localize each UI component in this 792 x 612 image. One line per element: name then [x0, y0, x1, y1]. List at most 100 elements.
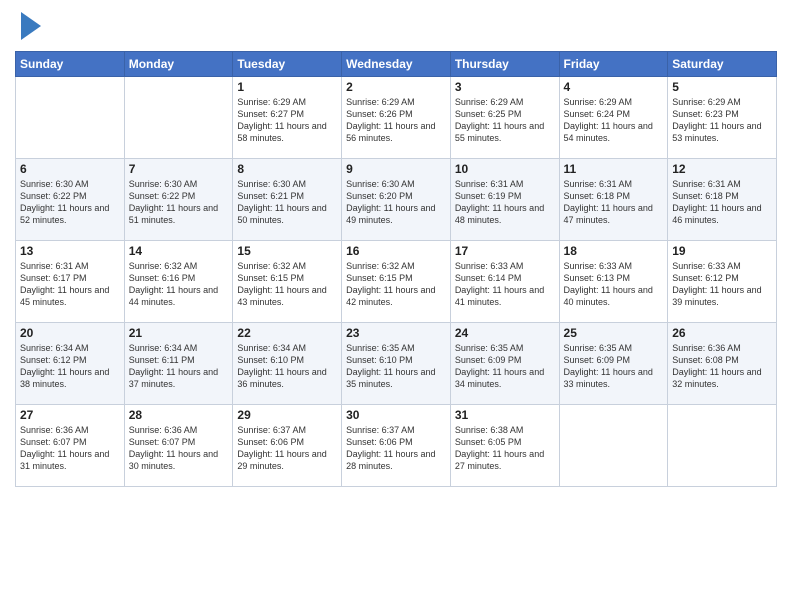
calendar-cell: 14 Sunrise: 6:32 AM Sunset: 6:16 PM Dayli…: [124, 241, 233, 323]
day-number: 6: [20, 162, 120, 176]
header-monday: Monday: [124, 52, 233, 77]
cell-info: Sunrise: 6:32 AM Sunset: 6:15 PM Dayligh…: [346, 260, 446, 309]
day-number: 28: [129, 408, 229, 422]
calendar-cell: [16, 77, 125, 159]
day-number: 23: [346, 326, 446, 340]
cell-info: Sunrise: 6:32 AM Sunset: 6:16 PM Dayligh…: [129, 260, 229, 309]
day-number: 19: [672, 244, 772, 258]
logo: [15, 14, 41, 45]
cell-info: Sunrise: 6:32 AM Sunset: 6:15 PM Dayligh…: [237, 260, 337, 309]
cell-info: Sunrise: 6:34 AM Sunset: 6:10 PM Dayligh…: [237, 342, 337, 391]
day-number: 24: [455, 326, 555, 340]
day-number: 2: [346, 80, 446, 94]
day-number: 30: [346, 408, 446, 422]
cell-info: Sunrise: 6:35 AM Sunset: 6:09 PM Dayligh…: [564, 342, 664, 391]
cell-info: Sunrise: 6:35 AM Sunset: 6:09 PM Dayligh…: [455, 342, 555, 391]
day-number: 14: [129, 244, 229, 258]
cell-info: Sunrise: 6:36 AM Sunset: 6:08 PM Dayligh…: [672, 342, 772, 391]
day-number: 16: [346, 244, 446, 258]
cell-info: Sunrise: 6:30 AM Sunset: 6:22 PM Dayligh…: [129, 178, 229, 227]
calendar-cell: 12 Sunrise: 6:31 AM Sunset: 6:18 PM Dayli…: [668, 159, 777, 241]
day-number: 21: [129, 326, 229, 340]
calendar-cell: 19 Sunrise: 6:33 AM Sunset: 6:12 PM Dayli…: [668, 241, 777, 323]
day-number: 15: [237, 244, 337, 258]
calendar-week-row: 13 Sunrise: 6:31 AM Sunset: 6:17 PM Dayli…: [16, 241, 777, 323]
calendar-cell: 6Sunrise: 6:30 AM Sunset: 6:22 PM Daylig…: [16, 159, 125, 241]
day-number: 10: [455, 162, 555, 176]
calendar-cell: 31 Sunrise: 6:38 AM Sunset: 6:05 PM Dayli…: [450, 405, 559, 487]
calendar-cell: 25 Sunrise: 6:35 AM Sunset: 6:09 PM Dayli…: [559, 323, 668, 405]
cell-info: Sunrise: 6:36 AM Sunset: 6:07 PM Dayligh…: [129, 424, 229, 473]
cell-info: Sunrise: 6:34 AM Sunset: 6:11 PM Dayligh…: [129, 342, 229, 391]
cell-info: Sunrise: 6:29 AM Sunset: 6:25 PM Dayligh…: [455, 96, 555, 145]
cell-info: Sunrise: 6:33 AM Sunset: 6:14 PM Dayligh…: [455, 260, 555, 309]
calendar-cell: 16 Sunrise: 6:32 AM Sunset: 6:15 PM Dayli…: [342, 241, 451, 323]
calendar-cell: 30 Sunrise: 6:37 AM Sunset: 6:06 PM Dayli…: [342, 405, 451, 487]
cell-info: Sunrise: 6:31 AM Sunset: 6:18 PM Dayligh…: [672, 178, 772, 227]
calendar-cell: 21 Sunrise: 6:34 AM Sunset: 6:11 PM Dayli…: [124, 323, 233, 405]
calendar-cell: 27 Sunrise: 6:36 AM Sunset: 6:07 PM Dayli…: [16, 405, 125, 487]
calendar-cell: 23 Sunrise: 6:35 AM Sunset: 6:10 PM Dayli…: [342, 323, 451, 405]
calendar-header-row: Sunday Monday Tuesday Wednesday Thursday…: [16, 52, 777, 77]
header: [15, 10, 777, 45]
cell-info: Sunrise: 6:36 AM Sunset: 6:07 PM Dayligh…: [20, 424, 120, 473]
logo-icon: [19, 12, 41, 45]
day-number: 5: [672, 80, 772, 94]
calendar-cell: 11 Sunrise: 6:31 AM Sunset: 6:18 PM Dayli…: [559, 159, 668, 241]
calendar-cell: 24 Sunrise: 6:35 AM Sunset: 6:09 PM Dayli…: [450, 323, 559, 405]
header-friday: Friday: [559, 52, 668, 77]
calendar-week-row: 1Sunrise: 6:29 AM Sunset: 6:27 PM Daylig…: [16, 77, 777, 159]
calendar-cell: 20 Sunrise: 6:34 AM Sunset: 6:12 PM Dayli…: [16, 323, 125, 405]
calendar-cell: 28 Sunrise: 6:36 AM Sunset: 6:07 PM Dayli…: [124, 405, 233, 487]
calendar-cell: 2 Sunrise: 6:29 AM Sunset: 6:26 PM Daylig…: [342, 77, 451, 159]
day-number: 3: [455, 80, 555, 94]
calendar-cell: 22 Sunrise: 6:34 AM Sunset: 6:10 PM Dayli…: [233, 323, 342, 405]
calendar-cell: [668, 405, 777, 487]
calendar-cell: 7 Sunrise: 6:30 AM Sunset: 6:22 PM Daylig…: [124, 159, 233, 241]
day-number: 8: [237, 162, 337, 176]
cell-info: Sunrise: 6:33 AM Sunset: 6:13 PM Dayligh…: [564, 260, 664, 309]
day-number: 20: [20, 326, 120, 340]
cell-info: Sunrise: 6:34 AM Sunset: 6:12 PM Dayligh…: [20, 342, 120, 391]
cell-info: Sunrise: 6:30 AM Sunset: 6:20 PM Dayligh…: [346, 178, 446, 227]
cell-info: Sunrise: 6:38 AM Sunset: 6:05 PM Dayligh…: [455, 424, 555, 473]
cell-info: Sunrise: 6:31 AM Sunset: 6:17 PM Dayligh…: [20, 260, 120, 309]
day-number: 25: [564, 326, 664, 340]
calendar-cell: [559, 405, 668, 487]
day-number: 12: [672, 162, 772, 176]
cell-info: Sunrise: 6:29 AM Sunset: 6:23 PM Dayligh…: [672, 96, 772, 145]
day-number: 7: [129, 162, 229, 176]
calendar-cell: 17Sunrise: 6:33 AM Sunset: 6:14 PM Dayli…: [450, 241, 559, 323]
calendar-table: Sunday Monday Tuesday Wednesday Thursday…: [15, 51, 777, 487]
calendar-cell: 13 Sunrise: 6:31 AM Sunset: 6:17 PM Dayli…: [16, 241, 125, 323]
cell-info: Sunrise: 6:33 AM Sunset: 6:12 PM Dayligh…: [672, 260, 772, 309]
day-number: 22: [237, 326, 337, 340]
cell-info: Sunrise: 6:29 AM Sunset: 6:24 PM Dayligh…: [564, 96, 664, 145]
day-number: 9: [346, 162, 446, 176]
calendar-cell: 10 Sunrise: 6:31 AM Sunset: 6:19 PM Dayli…: [450, 159, 559, 241]
calendar-cell: 4Sunrise: 6:29 AM Sunset: 6:24 PM Daylig…: [559, 77, 668, 159]
calendar-cell: [124, 77, 233, 159]
cell-info: Sunrise: 6:31 AM Sunset: 6:18 PM Dayligh…: [564, 178, 664, 227]
header-saturday: Saturday: [668, 52, 777, 77]
cell-info: Sunrise: 6:31 AM Sunset: 6:19 PM Dayligh…: [455, 178, 555, 227]
calendar-week-row: 27 Sunrise: 6:36 AM Sunset: 6:07 PM Dayli…: [16, 405, 777, 487]
day-number: 31: [455, 408, 555, 422]
calendar-cell: 1Sunrise: 6:29 AM Sunset: 6:27 PM Daylig…: [233, 77, 342, 159]
day-number: 26: [672, 326, 772, 340]
calendar-cell: 8Sunrise: 6:30 AM Sunset: 6:21 PM Daylig…: [233, 159, 342, 241]
header-wednesday: Wednesday: [342, 52, 451, 77]
cell-info: Sunrise: 6:29 AM Sunset: 6:27 PM Dayligh…: [237, 96, 337, 145]
day-number: 13: [20, 244, 120, 258]
calendar-cell: 26 Sunrise: 6:36 AM Sunset: 6:08 PM Dayli…: [668, 323, 777, 405]
calendar-week-row: 6 Sunrise: 6:30 AM Sunset: 6:22 PM Daylig…: [16, 159, 777, 241]
header-thursday: Thursday: [450, 52, 559, 77]
calendar-cell: 15 Sunrise: 6:32 AM Sunset: 6:15 PM Dayli…: [233, 241, 342, 323]
day-number: 29: [237, 408, 337, 422]
calendar-cell: 5 Sunrise: 6:29 AM Sunset: 6:23 PM Daylig…: [668, 77, 777, 159]
cell-info: Sunrise: 6:29 AM Sunset: 6:26 PM Dayligh…: [346, 96, 446, 145]
cell-info: Sunrise: 6:35 AM Sunset: 6:10 PM Dayligh…: [346, 342, 446, 391]
day-number: 11: [564, 162, 664, 176]
day-number: 27: [20, 408, 120, 422]
cell-info: Sunrise: 6:37 AM Sunset: 6:06 PM Dayligh…: [346, 424, 446, 473]
